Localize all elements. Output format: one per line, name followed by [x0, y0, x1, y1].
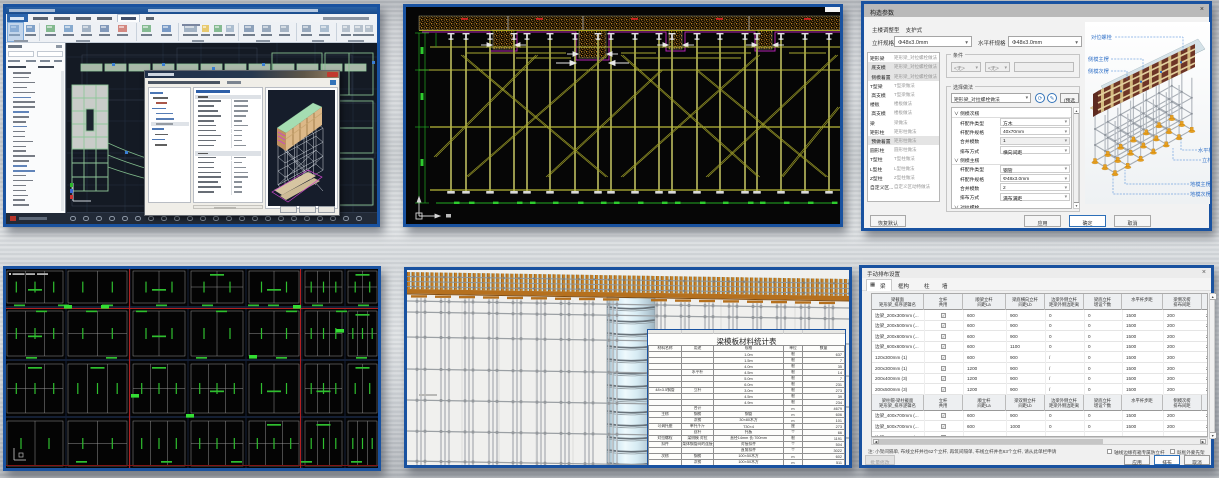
svg-text:地模次楞: 地模次楞 [1190, 190, 1210, 198]
svg-text:立杆: 立杆 [1202, 156, 1210, 164]
svg-text:侧模次楞: 侧模次楞 [1088, 67, 1109, 75]
svg-text:对位螺栓: 对位螺栓 [1091, 33, 1113, 41]
svg-text:侧模主楞: 侧模主楞 [1088, 55, 1109, 63]
svg-text:水平杆: 水平杆 [1198, 146, 1210, 154]
svg-text:地模主楞: 地模主楞 [1190, 180, 1210, 188]
